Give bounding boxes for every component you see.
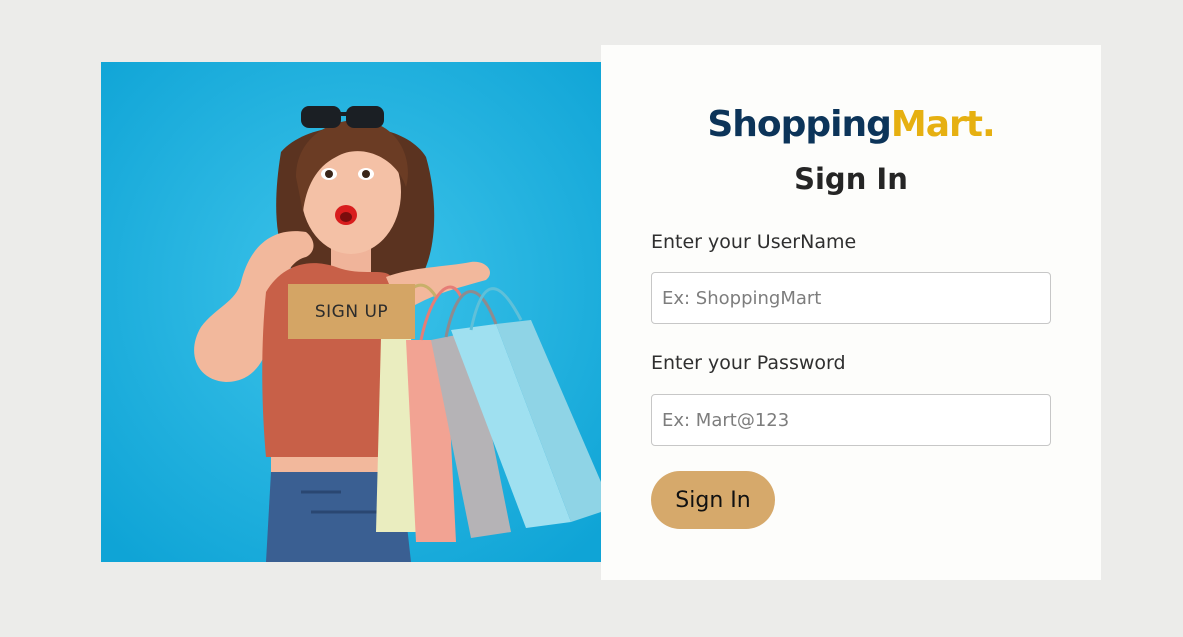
brand-name-primary: Shopping [707,104,892,145]
brand-logo: ShoppingMart. [601,102,1101,148]
signin-button[interactable]: Sign In [651,471,775,529]
signup-button[interactable]: SIGN UP [288,284,415,339]
username-label: Enter your UserName [651,231,857,253]
signin-card: ShoppingMart. Sign In Enter your UserNam… [601,45,1101,580]
username-input[interactable] [651,272,1051,324]
password-input[interactable] [651,394,1051,446]
password-label: Enter your Password [651,352,846,374]
brand-name-accent: Mart. [890,104,996,145]
hero-image-panel: SIGN UP [101,62,601,562]
page-title: Sign In [794,162,908,196]
